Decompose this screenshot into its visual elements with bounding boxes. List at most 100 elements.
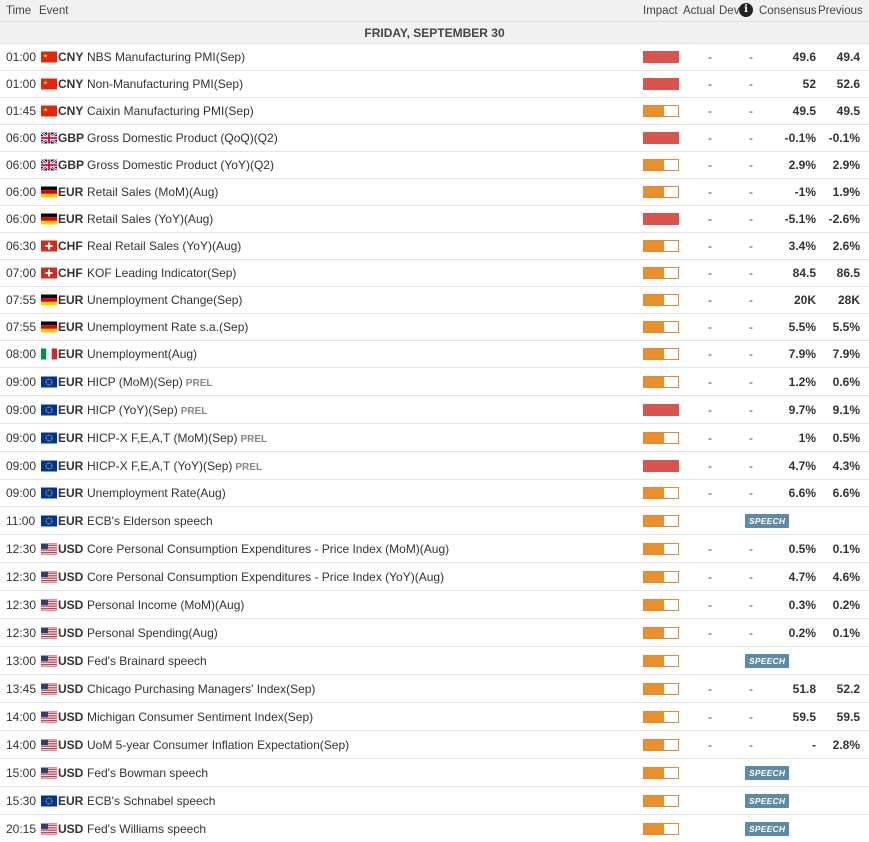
- table-row[interactable]: 09:00 EUR HICP (MoM)(Sep) PREL - - 1.2% 0.6%: [0, 368, 869, 396]
- event-name-text: Real Retail Sales (YoY)(Aug): [87, 239, 242, 253]
- event-name[interactable]: Personal Spending(Aug): [87, 626, 218, 640]
- impact-bar-fill: [644, 106, 665, 116]
- event-name[interactable]: HICP (YoY)(Sep) PREL: [87, 403, 207, 417]
- event-name[interactable]: HICP-X F,E,A,T (MoM)(Sep) PREL: [87, 431, 267, 445]
- event-name[interactable]: Fed's Bowman speech: [87, 766, 208, 780]
- impact-bar: [643, 186, 679, 198]
- previous-value: 4.3%: [832, 458, 860, 473]
- consensus-value: 3.4%: [788, 239, 816, 253]
- event-name[interactable]: Gross Domestic Product (YoY)(Q2): [87, 158, 274, 172]
- table-row[interactable]: 12:30 USD Personal Spending(Aug) - - 0.2% 0.1%: [0, 619, 869, 647]
- event-name[interactable]: Gross Domestic Product (QoQ)(Q2): [87, 131, 278, 145]
- event-name-text: Retail Sales (MoM)(Aug): [87, 185, 219, 199]
- table-row[interactable]: 07:00 CHF KOF Leading Indicator(Sep) - - 84.5…: [0, 260, 869, 287]
- eu-flag-icon: [41, 460, 57, 471]
- event-name[interactable]: Fed's Brainard speech: [87, 654, 207, 668]
- event-name[interactable]: HICP (MoM)(Sep) PREL: [87, 375, 212, 389]
- event-time: 08:00: [6, 347, 37, 361]
- table-row[interactable]: 06:00 EUR Retail Sales (MoM)(Aug) - - -1% 1.9%: [0, 179, 869, 206]
- event-time: 11:00: [6, 513, 36, 528]
- event-name[interactable]: Unemployment Change(Sep): [87, 293, 242, 307]
- deviation-value: -: [749, 131, 753, 145]
- currency-code: CNY: [58, 50, 84, 64]
- event-name[interactable]: Unemployment Rate s.a.(Sep): [87, 320, 248, 334]
- table-row[interactable]: 12:30 USD Core Personal Consumption Expend…: [0, 535, 869, 563]
- currency-code: CNY: [58, 77, 84, 91]
- event-name[interactable]: ECB's Elderson speech: [87, 514, 213, 528]
- table-row[interactable]: 09:00 EUR HICP (YoY)(Sep) PREL - - 9.7% 9.1%: [0, 396, 869, 424]
- consensus-value: 7.9%: [788, 347, 816, 361]
- consensus-value: 0.5%: [788, 541, 816, 556]
- event-name[interactable]: Fed's Williams speech: [87, 822, 206, 836]
- consensus-value: 1%: [798, 430, 816, 445]
- table-row[interactable]: 14:00 USD Michigan Consumer Sentiment Inde…: [0, 703, 869, 731]
- event-name[interactable]: KOF Leading Indicator(Sep): [87, 266, 236, 280]
- previous-value: 2.9%: [832, 158, 860, 172]
- table-row[interactable]: 06:00 GBP Gross Domestic Product (QoQ)(Q2)…: [0, 125, 869, 152]
- event-name[interactable]: Caixin Manufacturing PMI(Sep): [87, 104, 254, 118]
- table-row[interactable]: 08:00 EUR Unemployment(Aug) - - 7.9% 7.9%: [0, 341, 869, 368]
- impact-bar: [643, 710, 679, 723]
- actual-value: -: [708, 737, 712, 752]
- consensus-value: -5.1%: [784, 212, 816, 226]
- table-row[interactable]: 20:15 USD Fed's Williams speech SPEECH: [0, 815, 869, 842]
- table-row[interactable]: 13:00 USD Fed's Brainard speech SPEECH: [0, 647, 869, 675]
- info-icon[interactable]: i: [739, 3, 753, 17]
- currency-code: USD: [58, 569, 84, 584]
- event-time: 07:55: [6, 320, 37, 334]
- event-name[interactable]: NBS Manufacturing PMI(Sep): [87, 50, 245, 64]
- currency-code: USD: [58, 737, 84, 752]
- table-row[interactable]: 15:00 USD Fed's Bowman speech SPEECH: [0, 759, 869, 787]
- actual-value: -: [708, 374, 712, 389]
- currency-code: EUR: [58, 347, 84, 361]
- table-row[interactable]: 06:30 CHF Real Retail Sales (YoY)(Aug) - - 3.…: [0, 233, 869, 260]
- table-row[interactable]: 12:30 USD Personal Income (MoM)(Aug) - - 0.3%…: [0, 591, 869, 619]
- event-name[interactable]: Michigan Consumer Sentiment Index(Sep): [87, 710, 313, 724]
- event-name-text: Michigan Consumer Sentiment Index(Sep): [87, 709, 314, 724]
- table-row[interactable]: 14:00 USD UoM 5-year Consumer Inflation Ex…: [0, 731, 869, 759]
- consensus-value: 84.5: [792, 266, 816, 280]
- consensus-value: 1.2%: [788, 374, 816, 389]
- event-time: 14:00: [6, 709, 37, 724]
- previous-value: 0.5%: [832, 430, 860, 445]
- table-row[interactable]: 09:00 EUR Unemployment Rate(Aug) - - 6.6% 6.6%: [0, 480, 869, 507]
- table-row[interactable]: 13:45 USD Chicago Purchasing Managers' Ind…: [0, 675, 869, 703]
- event-name[interactable]: Retail Sales (MoM)(Aug): [87, 185, 218, 199]
- table-row[interactable]: 11:00 EUR ECB's Elderson speech SPEECH: [0, 507, 869, 535]
- deviation-value: -: [749, 266, 753, 280]
- table-row[interactable]: 09:00 EUR HICP-X F,E,A,T (MoM)(Sep) PREL - - 1…: [0, 424, 869, 452]
- table-row[interactable]: 01:00 ★ CNY NBS Manufacturing PMI(Sep) - - 49.…: [0, 44, 869, 71]
- event-name[interactable]: Chicago Purchasing Managers' Index(Sep): [87, 682, 315, 696]
- event-name[interactable]: Real Retail Sales (YoY)(Aug): [87, 239, 241, 253]
- table-row[interactable]: 06:00 EUR Retail Sales (YoY)(Aug) - - -5.1% -2…: [0, 206, 869, 233]
- table-row[interactable]: 01:45 ★ CNY Caixin Manufacturing PMI(Sep) - -…: [0, 98, 869, 125]
- event-time: 12:30: [6, 541, 37, 556]
- event-name[interactable]: Personal Income (MoM)(Aug): [87, 598, 244, 612]
- event-name[interactable]: Unemployment Rate(Aug): [87, 486, 226, 500]
- event-name[interactable]: Core Personal Consumption Expenditures -…: [87, 570, 444, 584]
- table-row[interactable]: 15:30 EUR ECB's Schnabel speech SPEECH: [0, 787, 869, 815]
- event-name[interactable]: Unemployment(Aug): [87, 347, 197, 361]
- event-name[interactable]: Non-Manufacturing PMI(Sep): [87, 77, 243, 91]
- event-time: 09:00: [6, 430, 37, 445]
- table-row[interactable]: 09:00 EUR HICP-X F,E,A,T (YoY)(Sep) PREL - - 4…: [0, 452, 869, 480]
- table-row[interactable]: 07:55 EUR Unemployment Change(Sep) - - 20K 28K: [0, 287, 869, 314]
- us-flag-icon: [41, 823, 57, 834]
- previous-value: 2.6%: [832, 239, 860, 253]
- table-row[interactable]: 12:30 USD Core Personal Consumption Expend…: [0, 563, 869, 591]
- event-name[interactable]: Retail Sales (YoY)(Aug): [87, 212, 213, 226]
- table-row[interactable]: 01:00 ★ CNY Non-Manufacturing PMI(Sep) - - 52 5…: [0, 71, 869, 98]
- impact-bar: [643, 294, 679, 306]
- actual-value: -: [708, 681, 712, 696]
- event-name[interactable]: UoM 5-year Consumer Inflation Expectatio…: [87, 738, 349, 752]
- actual-value: -: [708, 458, 712, 473]
- table-row[interactable]: 06:00 GBP Gross Domestic Product (YoY)(Q2)…: [0, 152, 869, 179]
- event-name[interactable]: Core Personal Consumption Expenditures -…: [87, 542, 449, 556]
- event-name[interactable]: HICP-X F,E,A,T (YoY)(Sep) PREL: [87, 459, 262, 473]
- currency-code: EUR: [58, 320, 84, 334]
- event-name[interactable]: ECB's Schnabel speech: [87, 794, 215, 808]
- impact-bar-fill: [644, 683, 665, 694]
- event-name-text: Fed's Williams speech: [87, 821, 206, 836]
- impact-bar: [643, 132, 679, 144]
- table-row[interactable]: 07:55 EUR Unemployment Rate s.a.(Sep) - - 5.5…: [0, 314, 869, 341]
